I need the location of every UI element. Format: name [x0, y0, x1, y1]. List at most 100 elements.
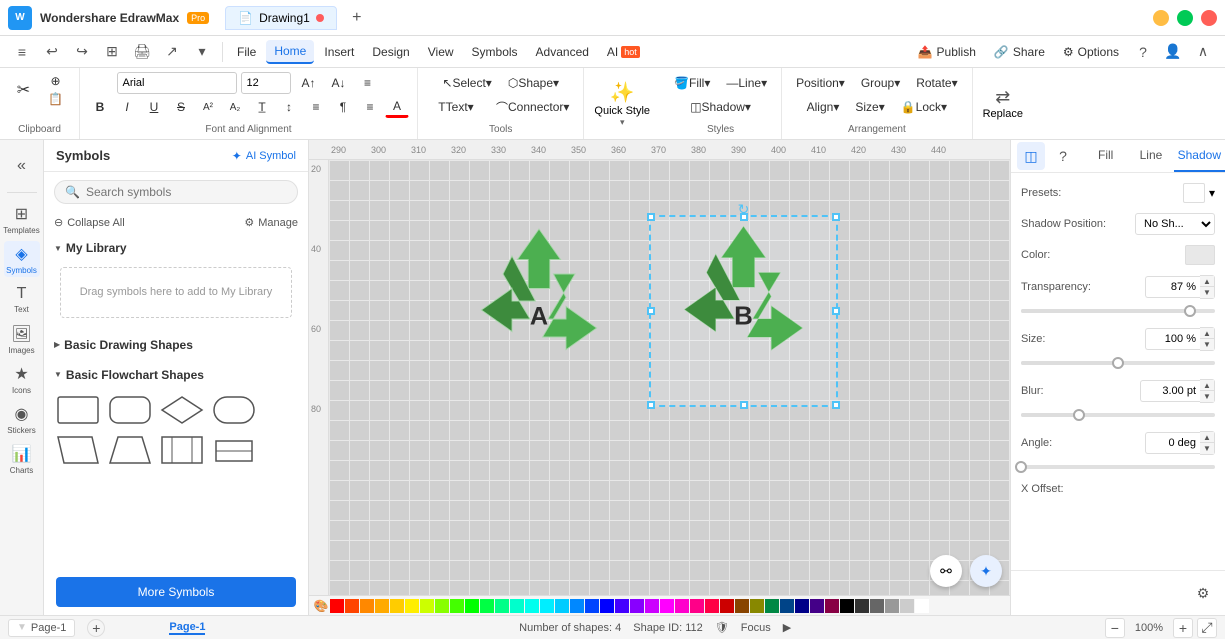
transparency-thumb[interactable]: [1184, 305, 1196, 317]
shadow-position-select[interactable]: No Sh... Outer Inner: [1135, 213, 1215, 235]
color-swatch[interactable]: [915, 599, 929, 613]
handle-ml[interactable]: [647, 307, 655, 315]
color-swatch[interactable]: [405, 599, 419, 613]
color-swatch[interactable]: [330, 599, 344, 613]
transparency-input[interactable]: 87 %: [1145, 276, 1200, 298]
color-swatch[interactable]: [750, 599, 764, 613]
more-symbols-button[interactable]: More Symbols: [56, 577, 296, 607]
color-swatch[interactable]: [645, 599, 659, 613]
bullets-button[interactable]: ≡: [304, 96, 328, 118]
angle-slider[interactable]: [1021, 465, 1215, 469]
subscript-button[interactable]: A₂: [223, 96, 247, 118]
angle-input[interactable]: [1145, 432, 1200, 454]
strikethrough-button[interactable]: S: [169, 96, 193, 118]
size-button[interactable]: Size ▾: [849, 96, 890, 118]
search-input[interactable]: [86, 185, 287, 199]
color-swatch[interactable]: [870, 599, 884, 613]
color-swatch[interactable]: [510, 599, 524, 613]
color-swatch[interactable]: [660, 599, 674, 613]
handle-mr[interactable]: [832, 307, 840, 315]
color-swatch[interactable]: [495, 599, 509, 613]
decrease-font-button[interactable]: A↓: [326, 72, 352, 94]
smart-suggest-button[interactable]: ⚯: [930, 555, 962, 587]
shape-item-diamond[interactable]: [158, 392, 206, 428]
bold-button[interactable]: B: [88, 96, 112, 118]
minimize-button[interactable]: [1153, 10, 1169, 26]
increase-font-button[interactable]: A↑: [295, 72, 321, 94]
menu-design[interactable]: Design: [364, 41, 417, 63]
replace-button[interactable]: ⇄ Replace: [973, 68, 1033, 139]
fill-button[interactable]: 🪣 Fill ▾: [668, 72, 716, 94]
blur-down[interactable]: ▼: [1200, 391, 1214, 402]
shape-item-rounded2[interactable]: [210, 392, 258, 428]
color-swatch[interactable]: [345, 599, 359, 613]
add-page-button[interactable]: +: [87, 619, 105, 637]
help-properties-icon[interactable]: ?: [1049, 142, 1077, 170]
color-swatch[interactable]: [825, 599, 839, 613]
shape-item-cylinder[interactable]: [210, 432, 258, 468]
text-format-button[interactable]: T̲: [250, 96, 274, 118]
handle-tm[interactable]: [740, 213, 748, 221]
maximize-button[interactable]: [1177, 10, 1193, 26]
active-page-label[interactable]: Page-1: [169, 621, 205, 635]
color-swatch[interactable]: [480, 599, 494, 613]
blur-up[interactable]: ▲: [1200, 380, 1214, 391]
tab-fill[interactable]: Fill: [1083, 140, 1128, 172]
zoom-out-button[interactable]: −: [1105, 618, 1125, 638]
handle-tr[interactable]: [832, 213, 840, 221]
blur-input[interactable]: [1140, 380, 1200, 402]
color-swatch[interactable]: [630, 599, 644, 613]
color-picker[interactable]: [1185, 245, 1215, 265]
superscript-button[interactable]: A²: [196, 96, 220, 118]
color-swatch[interactable]: [780, 599, 794, 613]
redo-button[interactable]: ↪: [68, 38, 96, 66]
handle-bl[interactable]: [647, 401, 655, 409]
shape-item-trapezoid[interactable]: [106, 432, 154, 468]
color-swatch[interactable]: [705, 599, 719, 613]
menu-insert[interactable]: Insert: [316, 41, 362, 63]
options-button[interactable]: ⚙ Options: [1055, 41, 1127, 63]
basic-flowchart-header[interactable]: ▼ Basic Flowchart Shapes: [44, 364, 308, 386]
copy-button[interactable]: ⊕: [42, 73, 70, 89]
shape-item-parallelogram[interactable]: [54, 432, 102, 468]
color-swatch[interactable]: [735, 599, 749, 613]
transparency-down[interactable]: ▼: [1200, 287, 1214, 298]
ai-symbol-button[interactable]: ✦ AI Symbol: [232, 149, 296, 163]
italic-button[interactable]: I: [115, 96, 139, 118]
color-swatch[interactable]: [765, 599, 779, 613]
handle-br[interactable]: [832, 401, 840, 409]
rotate-button[interactable]: Rotate ▾: [910, 72, 963, 94]
main-canvas[interactable]: A ↻: [329, 160, 1010, 595]
color-swatch[interactable]: [600, 599, 614, 613]
color-swatch[interactable]: [840, 599, 854, 613]
collapse-all-button[interactable]: ⊖ Collapse All: [54, 216, 125, 229]
color-swatch[interactable]: [390, 599, 404, 613]
angle-down[interactable]: ▼: [1200, 443, 1214, 454]
shape-button[interactable]: ⬡ Shape ▾: [502, 72, 565, 94]
presets-box[interactable]: [1183, 183, 1205, 203]
templates-icon[interactable]: ⊞: [98, 38, 126, 66]
shape-recycle-b[interactable]: ↻ B: [649, 215, 838, 407]
blur-thumb[interactable]: [1073, 409, 1085, 421]
position-button[interactable]: Position ▾: [790, 72, 851, 94]
close-button[interactable]: [1201, 10, 1217, 26]
zoom-in-button[interactable]: +: [1173, 618, 1193, 638]
font-size-input[interactable]: [241, 72, 291, 94]
sidebar-item-charts[interactable]: 📊 Charts: [4, 441, 40, 477]
angle-up[interactable]: ▲: [1200, 432, 1214, 443]
add-tab-button[interactable]: +: [345, 6, 369, 30]
fit-to-page-button[interactable]: ⤢: [1197, 618, 1217, 638]
sidebar-item-icons[interactable]: ★ Icons: [4, 361, 40, 397]
tab-line[interactable]: Line: [1128, 140, 1173, 172]
color-picker-icon[interactable]: 🎨: [313, 598, 329, 614]
color-swatch[interactable]: [570, 599, 584, 613]
align-left-button[interactable]: ≡: [356, 72, 380, 94]
color-swatch[interactable]: [885, 599, 899, 613]
size-slider[interactable]: [1021, 361, 1215, 365]
line-style-button[interactable]: — Line ▾: [720, 72, 773, 94]
sidebar-item-text[interactable]: T Text: [4, 281, 40, 317]
undo-button[interactable]: ↩: [38, 38, 66, 66]
color-swatch[interactable]: [435, 599, 449, 613]
basic-drawing-header[interactable]: ▶ Basic Drawing Shapes: [44, 334, 308, 356]
connector-button[interactable]: ⌒ Connector ▾: [490, 96, 575, 118]
